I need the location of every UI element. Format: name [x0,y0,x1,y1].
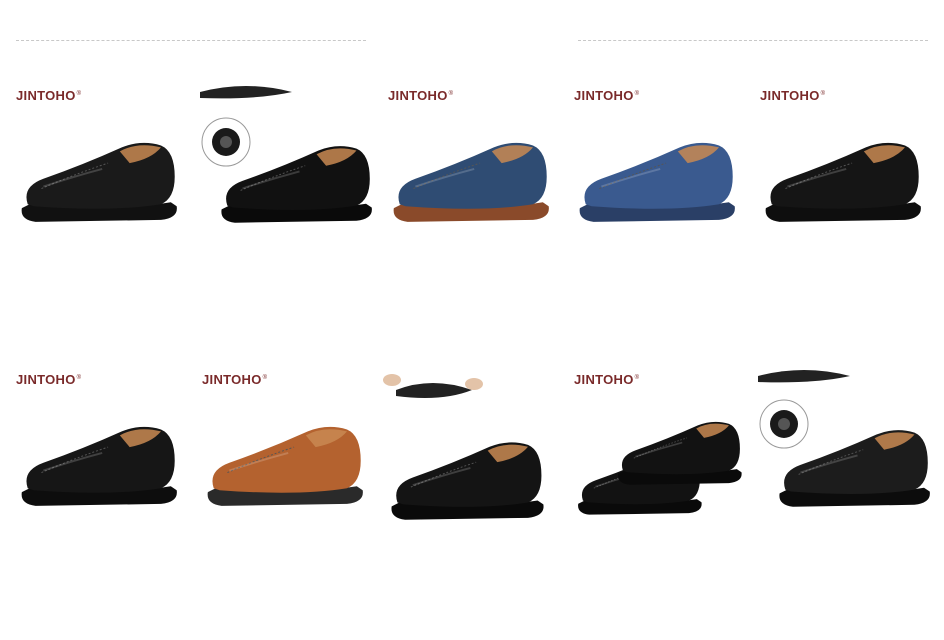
product-row-2: JINTOHO® JINTOHO® JINTOHO® [10,362,932,542]
brand-logo: JINTOHO® [388,88,453,103]
product-card[interactable] [196,78,374,258]
registered-mark: ® [76,90,82,97]
hand-right [465,378,483,390]
hand-left [383,374,401,386]
sole-flex-strip [200,86,292,99]
product-card[interactable]: JINTOHO® [568,78,746,258]
product-image [21,142,177,222]
brand-name: JINTOHO [574,88,634,103]
product-image [758,370,930,507]
brand-name: JINTOHO [202,372,262,387]
brand-name: JINTOHO [388,88,448,103]
product-image [393,142,549,222]
product-row-1: JINTOHO® JINTOHO® JINTOHO® JINTOHO® [10,78,932,258]
product-image [578,421,742,515]
brand-logo: JINTOHO® [760,88,825,103]
section-divider-right [578,40,928,41]
bent-shoe-sole [396,383,472,398]
product-image [200,86,372,223]
black-driving-loafer [765,142,921,222]
section-divider-left [16,40,366,41]
brand-name: JINTOHO [760,88,820,103]
product-card[interactable]: JINTOHO® [754,78,932,258]
brand-logo: JINTOHO® [16,372,81,387]
black-moc-toe-loafer [21,426,177,506]
brand-logo: JINTOHO® [574,88,639,103]
product-image [21,426,177,506]
brand-name: JINTOHO [16,372,76,387]
product-card[interactable] [754,362,932,542]
product-card[interactable]: JINTOHO® [10,362,188,542]
sole-detail-center [220,136,232,148]
product-image [765,142,921,222]
product-card[interactable]: JINTOHO® [568,362,746,542]
product-card[interactable]: JINTOHO® [382,78,560,258]
registered-mark: ® [448,90,454,97]
registered-mark: ® [634,90,640,97]
brand-logo: JINTOHO® [202,372,267,387]
brand-logo: JINTOHO® [16,88,81,103]
product-card[interactable]: JINTOHO® [10,78,188,258]
sole-flex-strip [758,370,850,383]
product-image [579,142,735,222]
black-textured-slip-on-shoe [21,142,177,222]
brand-name: JINTOHO [574,372,634,387]
brand-logo: JINTOHO® [574,372,639,387]
registered-mark: ® [634,374,640,381]
brand-name: JINTOHO [16,88,76,103]
black-perforated-driving-loafer [391,442,544,520]
blue-driving-loafer [579,142,735,222]
navy-driving-loafer [393,142,549,222]
black-loafer-pair [578,421,742,515]
black-loafer-with-sole-inset [779,430,930,507]
registered-mark: ® [76,374,82,381]
product-card[interactable] [382,362,560,542]
product-card[interactable]: JINTOHO® [196,362,374,542]
sole-detail-center [778,418,790,430]
registered-mark: ® [262,374,268,381]
brown-leather-loafer [207,426,363,506]
product-image [383,374,544,520]
product-image [207,426,363,506]
registered-mark: ® [820,90,826,97]
